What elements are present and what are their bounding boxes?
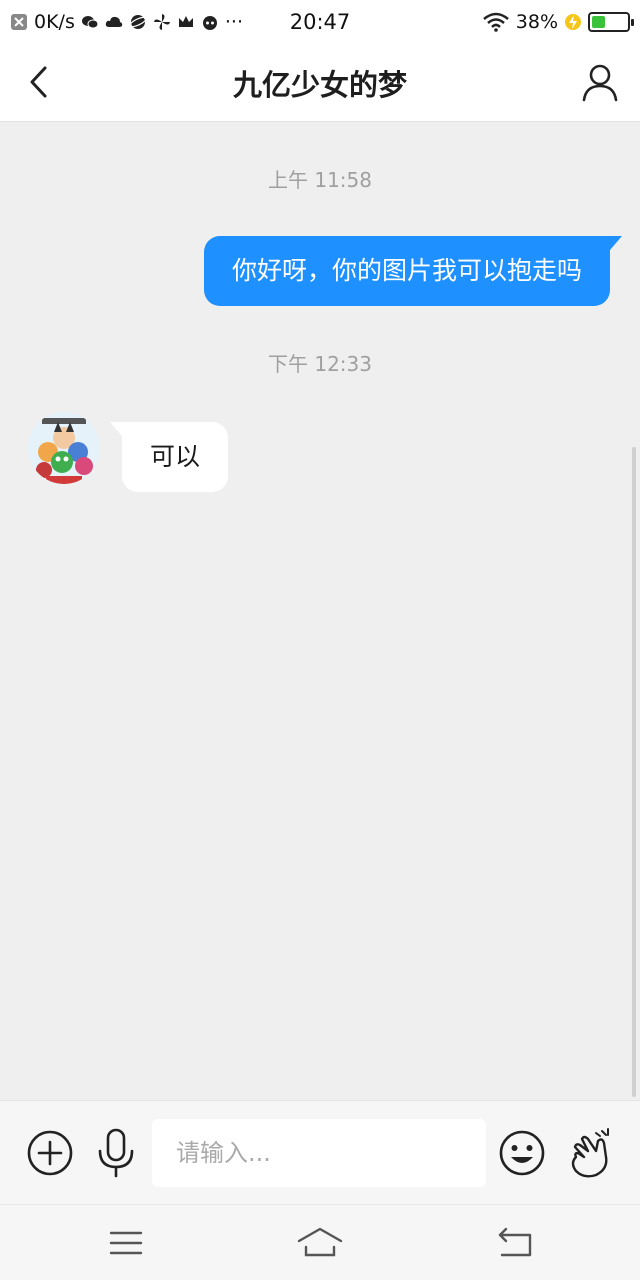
- microphone-icon[interactable]: [92, 1127, 140, 1179]
- chat-scrollbar[interactable]: [632, 447, 636, 1097]
- cloud-icon: [105, 16, 123, 27]
- more-notifications: ···: [224, 11, 243, 33]
- smiley-icon[interactable]: [498, 1127, 546, 1179]
- message-list[interactable]: 上午 11:58 你好呀，你的图片我可以抱走吗 下午 12:33 可以: [0, 122, 640, 1100]
- battery-percent: 38%: [515, 11, 558, 33]
- status-bar: 0K/s ··· 20:47 38%: [0, 0, 640, 44]
- planet-icon: [129, 15, 147, 29]
- wechat-icon: [81, 16, 99, 29]
- battery-icon: [588, 12, 634, 32]
- status-left: 0K/s ···: [10, 11, 280, 33]
- message-input[interactable]: [152, 1119, 486, 1187]
- incoming-message-bubble[interactable]: 可以: [109, 422, 229, 492]
- menu-icon[interactable]: [102, 1225, 150, 1261]
- system-nav-bar: [0, 1204, 640, 1280]
- no-signal-icon: [11, 14, 27, 30]
- avatar-image: [28, 412, 100, 484]
- return-icon[interactable]: [492, 1225, 540, 1261]
- chat-header: 九亿少女的梦: [0, 44, 640, 122]
- home-icon[interactable]: [296, 1225, 344, 1261]
- page-title: 九亿少女的梦: [232, 68, 407, 102]
- outgoing-message-bubble[interactable]: 你好呀，你的图片我可以抱走吗: [203, 236, 623, 306]
- cat-face-icon: [202, 16, 217, 30]
- wifi-icon: [482, 12, 509, 32]
- net-speed: 0K/s: [34, 11, 75, 33]
- crown-icon: [178, 16, 193, 27]
- battery-fill: [592, 16, 605, 28]
- person-icon[interactable]: [580, 62, 620, 102]
- pinwheel-icon: [153, 14, 170, 30]
- avatar[interactable]: [28, 412, 100, 484]
- message-timestamp: 上午 11:58: [268, 168, 372, 192]
- hand-gesture-icon[interactable]: [566, 1127, 614, 1179]
- input-bar: [0, 1100, 640, 1204]
- status-right: 38%: [482, 11, 634, 33]
- message-timestamp: 下午 12:33: [268, 352, 372, 376]
- plus-circle-icon[interactable]: [26, 1127, 74, 1179]
- charging-bolt-icon: [565, 14, 581, 30]
